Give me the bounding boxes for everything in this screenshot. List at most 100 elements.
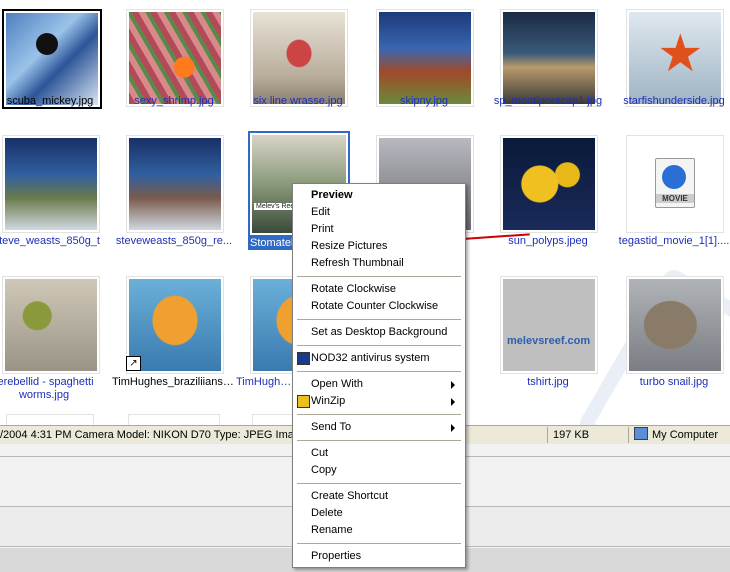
menu-item-label: Create Shortcut: [311, 490, 389, 502]
menu-item-label: Send To: [311, 421, 352, 433]
menu-item-label: Rotate Clockwise: [311, 283, 396, 295]
menu-item-label: Print: [311, 223, 334, 235]
file-name: scuba_mickey.jpg: [6, 95, 94, 107]
submenu-arrow-icon: [451, 424, 455, 432]
menu-item-label: Delete: [311, 507, 343, 519]
menu-item-nod32-antivirus-system[interactable]: NOD32 antivirus system: [295, 350, 461, 367]
menu-item-label: Copy: [311, 464, 337, 476]
menu-item-delete[interactable]: Delete: [295, 505, 461, 522]
file-item[interactable]: six line wrasse.jpg: [250, 9, 374, 147]
status-size: 197 KB: [553, 429, 590, 441]
menu-item-edit[interactable]: Edit: [295, 204, 461, 221]
file-item[interactable]: MOVIE tegastid_movie_1[1]....: [619, 135, 730, 273]
menu-separator: [297, 543, 461, 544]
menu-item-label: Set as Desktop Background: [311, 326, 448, 338]
status-location: My Computer: [634, 426, 730, 444]
submenu-arrow-icon: [451, 381, 455, 389]
file-item[interactable]: skipny.jpg: [376, 9, 500, 147]
file-item[interactable]: sun_polyps.jpeg: [500, 135, 624, 273]
movie-file-icon: MOVIE: [655, 158, 695, 208]
file-name: six line wrasse.jpg: [253, 95, 343, 107]
file-thumbnail[interactable]: [2, 9, 102, 109]
file-thumbnail[interactable]: MOVIE: [626, 135, 724, 233]
file-name: terebellid - spaghetti worms.jpg: [0, 376, 94, 401]
nod32-icon: [297, 352, 310, 365]
file-name: TimHughes_braziliianse...: [112, 376, 236, 388]
file-thumbnail[interactable]: [126, 9, 224, 107]
menu-item-label: NOD32 antivirus system: [311, 352, 430, 364]
file-item[interactable]: sp_montiporacap1.jpg: [494, 9, 624, 147]
menu-item-refresh-thumbnail[interactable]: Refresh Thumbnail: [295, 255, 461, 272]
submenu-arrow-icon: [451, 398, 455, 406]
file-item[interactable]: melevsreef.com tshirt.jpg: [500, 276, 624, 414]
computer-icon: [634, 427, 648, 440]
file-name: turbo snail.jpg: [639, 376, 709, 388]
file-item[interactable]: ★ starfishunderside.jpg: [623, 9, 730, 147]
menu-separator: [297, 440, 461, 441]
menu-item-preview[interactable]: Preview: [295, 187, 461, 204]
file-item[interactable]: terebellid - spaghetti worms.jpg: [0, 276, 126, 414]
context-menu: Preview Edit Print Resize Pictures Refresh T…: [292, 183, 466, 568]
file-thumbnail[interactable]: [250, 9, 348, 107]
menu-item-create-shortcut[interactable]: Create Shortcut: [295, 488, 461, 505]
menu-item-cut[interactable]: Cut: [295, 445, 461, 462]
menu-item-label: Rename: [311, 524, 353, 536]
menu-item-label: Cut: [311, 447, 329, 459]
file-thumbnail[interactable]: [500, 9, 598, 107]
file-thumbnail[interactable]: [2, 276, 100, 374]
menu-item-label: Properties: [311, 550, 362, 562]
menu-item-print[interactable]: Print: [295, 221, 461, 238]
file-name: steveweasts_850g_re...: [115, 235, 233, 247]
file-item[interactable]: sexy_shrimp.jpg: [126, 9, 250, 147]
winzip-icon: [297, 395, 310, 408]
file-item[interactable]: turbo snail.jpg: [626, 276, 730, 414]
menu-item-label: Resize Pictures: [311, 240, 388, 252]
file-name: tegastid_movie_1[1]....: [618, 235, 730, 247]
file-thumbnail[interactable]: [126, 135, 224, 233]
menu-item-resize-pictures[interactable]: Resize Pictures: [295, 238, 461, 255]
file-thumbnail[interactable]: [376, 9, 474, 107]
menu-item-label: Open With: [311, 378, 363, 390]
menu-item-label: Preview: [311, 189, 353, 201]
file-name: sp_montiporacap1.jpg: [493, 95, 603, 107]
menu-item-label: Refresh Thumbnail: [311, 257, 404, 269]
file-thumbnail[interactable]: ★: [626, 9, 724, 107]
file-name: steve_weasts_850g_t...: [0, 235, 100, 247]
menu-separator: [297, 371, 461, 372]
file-item[interactable]: steve_weasts_850g_t...: [0, 135, 126, 273]
menu-item-label: WinZip: [311, 395, 346, 407]
menu-item-label: Edit: [311, 206, 330, 218]
menu-item-rotate-clockwise[interactable]: Rotate Clockwise: [295, 281, 461, 298]
menu-item-rename[interactable]: Rename: [295, 522, 461, 539]
file-item[interactable]: scuba_mickey.jpg: [2, 9, 126, 147]
file-name: tshirt.jpg: [527, 376, 569, 388]
menu-separator: [297, 414, 461, 415]
menu-item-open-with[interactable]: Open With: [295, 376, 461, 393]
file-thumbnail[interactable]: [2, 135, 100, 233]
starfish-icon: ★: [657, 25, 704, 83]
menu-separator: [297, 276, 461, 277]
file-thumbnail[interactable]: [626, 276, 724, 374]
file-thumbnail[interactable]: [500, 135, 598, 233]
file-name: starfishunderside.jpg: [623, 95, 725, 107]
file-name: sexy_shrimp.jpg: [134, 95, 214, 107]
file-item[interactable]: steveweasts_850g_re...: [116, 135, 250, 273]
menu-item-winzip[interactable]: WinZip: [295, 393, 461, 410]
menu-item-set-as-desktop-background[interactable]: Set as Desktop Background: [295, 324, 461, 341]
movie-label: MOVIE: [656, 194, 694, 203]
file-thumbnail[interactable]: melevsreef.com: [500, 276, 598, 374]
shortcut-arrow-icon: ↗: [126, 356, 141, 371]
file-name: Stomatell: [248, 237, 298, 250]
status-details: /2004 4:31 PM Camera Model: NIKON D70 Ty…: [0, 429, 300, 441]
file-thumbnail[interactable]: [6, 414, 94, 425]
menu-item-rotate-counter-clockwise[interactable]: Rotate Counter Clockwise: [295, 298, 461, 315]
file-item[interactable]: ↗ TimHughes_braziliianse...: [112, 276, 250, 414]
menu-separator: [297, 319, 461, 320]
menu-item-properties[interactable]: Properties: [295, 548, 461, 565]
menu-item-send-to[interactable]: Send To: [295, 419, 461, 436]
file-name: skipny.jpg: [399, 95, 449, 107]
file-thumbnail[interactable]: [128, 414, 220, 425]
menu-separator: [297, 483, 461, 484]
menu-item-copy[interactable]: Copy: [295, 462, 461, 479]
file-name: TimHughes_: [236, 376, 292, 388]
